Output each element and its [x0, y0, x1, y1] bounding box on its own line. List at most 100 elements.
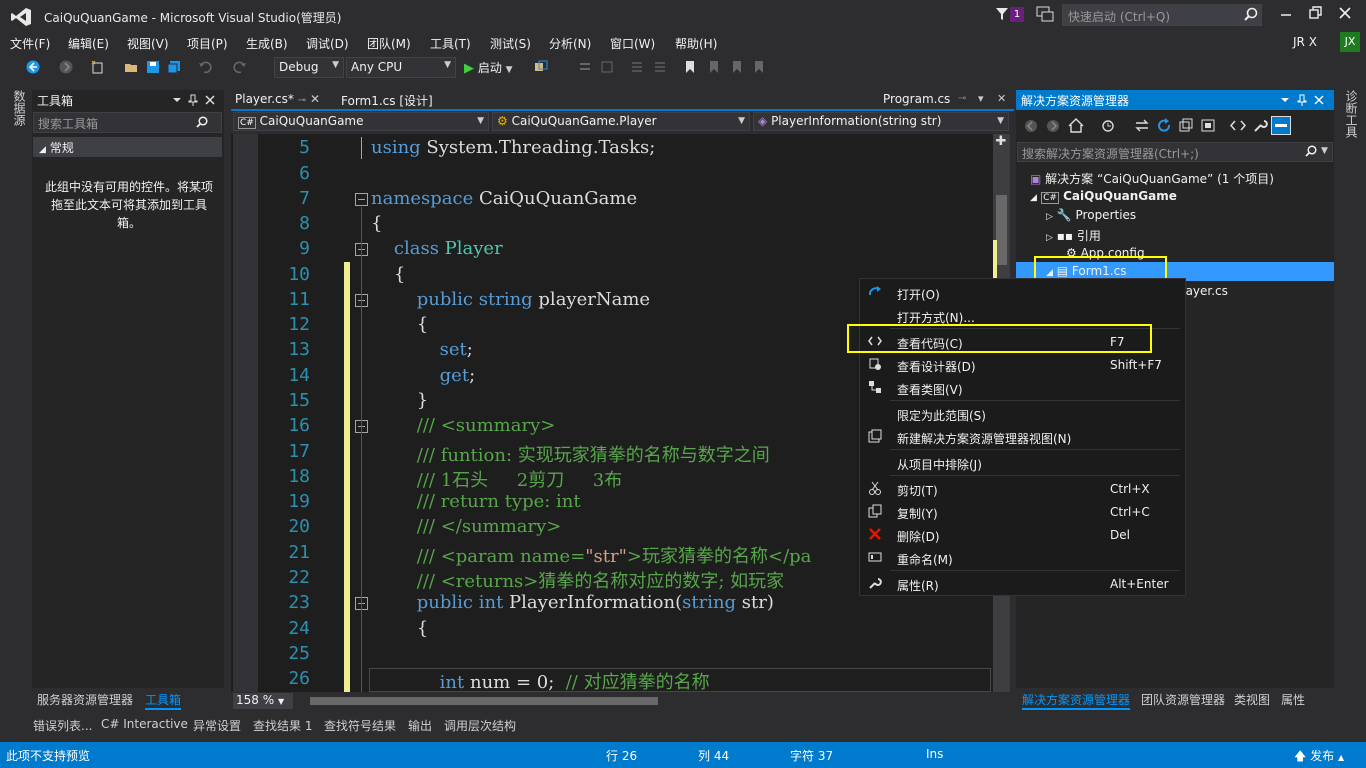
- preview-selected-items-button[interactable]: [1271, 116, 1291, 135]
- toolbox-group-general[interactable]: ◢ 常规: [33, 137, 222, 157]
- menu-help[interactable]: 帮助(H): [675, 35, 717, 52]
- uncomment-icon[interactable]: [653, 60, 667, 74]
- platform-select[interactable]: Any CPU ▼: [346, 57, 456, 78]
- pin-icon[interactable]: ⊸: [958, 93, 966, 104]
- refresh-icon[interactable]: [1156, 118, 1172, 133]
- feedback-icon[interactable]: [1036, 6, 1054, 22]
- tab-call-hierarchy[interactable]: 调用层次结构: [444, 717, 516, 734]
- ctx-exclude-from-project[interactable]: 从项目中排除(J): [897, 456, 982, 473]
- ctx-scope-to-this[interactable]: 限定为此范围(S): [897, 407, 986, 424]
- ctx-copy[interactable]: 复制(Y): [897, 505, 938, 522]
- tree-item-player-cs[interactable]: Player.cs: [1186, 284, 1326, 298]
- sync-icon[interactable]: [1134, 118, 1150, 133]
- close-icon[interactable]: ✕: [310, 92, 320, 106]
- tab-toolbox[interactable]: 工具箱: [145, 691, 182, 710]
- close-icon[interactable]: [1314, 95, 1324, 105]
- start-debug-button[interactable]: ▶ 启动 ▼: [464, 59, 513, 76]
- configuration-select[interactable]: Debug ▼: [274, 57, 344, 78]
- clear-bookmarks-icon[interactable]: [752, 60, 766, 74]
- menu-file[interactable]: 文件(F): [10, 35, 50, 52]
- tab-solution-explorer[interactable]: 解决方案资源管理器: [1022, 691, 1131, 710]
- close-icon[interactable]: ✕: [997, 92, 1006, 105]
- tree-solution-node[interactable]: ▣ 解决方案 “CaiQuQuanGame” (1 个项目): [1030, 170, 1274, 187]
- search-icon[interactable]: [1305, 145, 1317, 157]
- ctx-new-se-view[interactable]: 新建解决方案资源管理器视图(N): [897, 430, 1071, 447]
- toolbar-align-icon[interactable]: [578, 60, 592, 74]
- open-file-icon[interactable]: [124, 60, 138, 74]
- ctx-open[interactable]: 打开(O): [897, 286, 940, 303]
- save-icon[interactable]: [146, 60, 160, 74]
- solution-explorer-search-input[interactable]: 搜索解决方案资源管理器(Ctrl+;): [1017, 142, 1333, 162]
- avatar[interactable]: JX: [1340, 32, 1360, 52]
- search-icon[interactable]: [196, 116, 208, 128]
- ctx-properties[interactable]: 属性(R): [897, 577, 939, 594]
- scrollbar-thumb[interactable]: [996, 195, 1007, 265]
- chevron-down-icon[interactable]: ▼: [1321, 146, 1328, 156]
- tree-item-references[interactable]: ▷ ▪▪ 引用: [1046, 227, 1101, 244]
- user-name[interactable]: JR X: [1293, 35, 1317, 49]
- bookmark-icon[interactable]: [683, 60, 697, 74]
- tab-properties[interactable]: 属性: [1281, 691, 1305, 708]
- menu-window[interactable]: 窗口(W): [610, 35, 655, 52]
- pin-icon[interactable]: [188, 94, 198, 106]
- quick-launch-input[interactable]: 快速启动 (Ctrl+Q): [1062, 4, 1262, 26]
- dropdown-icon[interactable]: [1280, 95, 1290, 105]
- restore-icon[interactable]: [1307, 5, 1323, 21]
- dropdown-icon[interactable]: [172, 95, 182, 105]
- back-icon[interactable]: [26, 60, 40, 74]
- pin-icon[interactable]: [1297, 94, 1307, 106]
- tab-class-view[interactable]: 类视图: [1234, 691, 1270, 708]
- tab-csharp-interactive[interactable]: C# Interactive: [101, 717, 188, 731]
- notification-badge[interactable]: 1: [1010, 7, 1024, 22]
- tree-project-node[interactable]: ◢ C# CaiQuQuanGame: [1030, 189, 1177, 204]
- tab-team-explorer[interactable]: 团队资源管理器: [1141, 691, 1225, 708]
- minimize-icon[interactable]: [1278, 5, 1294, 21]
- pending-changes-filter-icon[interactable]: [1100, 118, 1116, 133]
- notification-filter-icon[interactable]: [995, 7, 1009, 21]
- project-scope-select[interactable]: C# CaiQuQuanGame ▼: [233, 112, 489, 131]
- menu-project[interactable]: 项目(P): [187, 35, 228, 52]
- close-icon[interactable]: [1337, 5, 1353, 21]
- type-scope-select[interactable]: ⚙ CaiQuQuanGame.Player ▼: [492, 112, 750, 131]
- publish-button[interactable]: 🡅 发布 ▲: [1294, 747, 1344, 768]
- menu-edit[interactable]: 编辑(E): [68, 35, 109, 52]
- menu-debug[interactable]: 调试(D): [306, 35, 349, 52]
- tab-form1-designer[interactable]: Form1.cs [设计]: [337, 90, 437, 110]
- menu-build[interactable]: 生成(B): [246, 35, 288, 52]
- tab-player-cs[interactable]: Player.cs* ⊸ ✕: [231, 90, 326, 110]
- ctx-view-class-diagram[interactable]: 查看类图(V): [897, 381, 963, 398]
- close-icon[interactable]: [205, 95, 215, 105]
- show-all-files-icon[interactable]: [1200, 118, 1216, 133]
- home-icon[interactable]: [1068, 118, 1084, 133]
- tab-overflow-icon[interactable]: ▾: [978, 92, 984, 105]
- horizontal-scroll-thumb[interactable]: [310, 697, 658, 705]
- member-scope-select[interactable]: ◈ PlayerInformation(string str) ▼: [753, 112, 1009, 131]
- split-window-icon[interactable]: ✚: [995, 134, 1007, 149]
- menu-test[interactable]: 测试(S): [490, 35, 531, 52]
- search-icon[interactable]: [1244, 7, 1258, 21]
- fold-toggle[interactable]: [355, 193, 368, 206]
- ctx-rename[interactable]: 重命名(M): [897, 551, 953, 568]
- view-code-icon[interactable]: [1230, 118, 1246, 133]
- next-bookmark-icon[interactable]: [730, 60, 744, 74]
- ctx-cut[interactable]: 剪切(T): [897, 482, 938, 499]
- toolbox-search-input[interactable]: 搜索工具箱: [33, 112, 222, 133]
- undo-icon[interactable]: [198, 60, 212, 74]
- tab-error-list[interactable]: 错误列表...: [33, 717, 92, 734]
- zoom-level-select[interactable]: 158 % ▼: [233, 693, 293, 709]
- menu-view[interactable]: 视图(V): [127, 35, 169, 52]
- ctx-delete[interactable]: 删除(D): [897, 528, 940, 545]
- prev-bookmark-icon[interactable]: [707, 60, 721, 74]
- diagnostic-tools-tab[interactable]: 诊断工具: [1341, 90, 1358, 138]
- save-all-icon[interactable]: [167, 60, 181, 74]
- menu-team[interactable]: 团队(M): [367, 35, 411, 52]
- ctx-view-designer[interactable]: 查看设计器(D): [897, 358, 976, 375]
- tab-output[interactable]: 输出: [408, 717, 432, 734]
- menu-analyze[interactable]: 分析(N): [549, 35, 591, 52]
- forward-icon[interactable]: [59, 60, 73, 74]
- menu-tools[interactable]: 工具(T): [430, 35, 471, 52]
- tab-exception-settings[interactable]: 异常设置: [193, 717, 241, 734]
- redo-icon[interactable]: [233, 60, 247, 74]
- properties-wrench-icon[interactable]: [1252, 118, 1268, 133]
- new-project-icon[interactable]: [90, 60, 104, 74]
